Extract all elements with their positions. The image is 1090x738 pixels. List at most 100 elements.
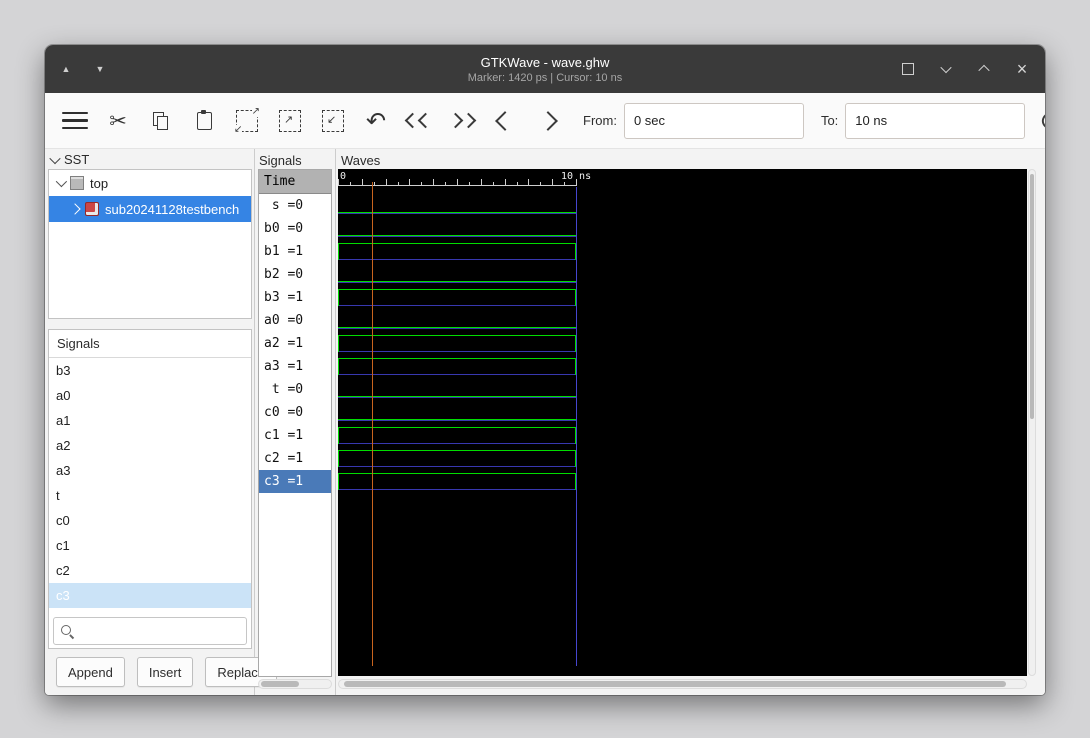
value-row-c3[interactable]: c3 =1 — [259, 470, 331, 493]
value-row-a3[interactable]: a3 =1 — [259, 355, 331, 378]
sst-tree[interactable]: top sub20241128testbench — [48, 169, 252, 319]
restore-square-icon — [902, 63, 914, 75]
tree-item-top[interactable]: top — [49, 170, 251, 196]
ruler-tick — [386, 179, 387, 186]
reload-button[interactable] — [1032, 102, 1045, 140]
wave-segment — [338, 351, 576, 352]
value-row-t[interactable]: t =0 — [259, 378, 331, 401]
wave-hscrollbar[interactable] — [338, 679, 1027, 689]
toolbar: ✂ ↗↙ ↗ ↙ ↶ From: To: — [45, 93, 1045, 149]
from-label: From: — [583, 113, 617, 128]
prev-edge-button[interactable] — [487, 102, 523, 140]
signal-item-a1[interactable]: a1 — [49, 408, 251, 433]
titlebar[interactable]: ▲ ▼ GTKWave - wave.ghw Marker: 1420 ps |… — [45, 45, 1045, 93]
cut-button[interactable]: ✂ — [100, 102, 136, 140]
tree-item-sub20241128testbench[interactable]: sub20241128testbench — [49, 196, 251, 222]
next-edge-button[interactable] — [530, 102, 566, 140]
wave-segment — [338, 289, 576, 290]
signal-item-c3[interactable]: c3 — [49, 583, 251, 608]
value-row-b2[interactable]: b2 =0 — [259, 263, 331, 286]
to-input[interactable] — [845, 102, 1026, 139]
gtkwave-window: ▲ ▼ GTKWave - wave.ghw Marker: 1420 ps |… — [45, 45, 1045, 695]
wave-trace-b3 — [338, 285, 1027, 308]
wave-segment — [338, 489, 576, 490]
ruler-tick — [564, 182, 565, 186]
values-hscrollbar[interactable] — [258, 679, 332, 689]
value-row-a2[interactable]: a2 =1 — [259, 332, 331, 355]
ruler-tick — [517, 182, 518, 186]
copy-button[interactable] — [143, 102, 179, 140]
component-icon — [85, 202, 99, 216]
signal-item-a3[interactable]: a3 — [49, 458, 251, 483]
signal-item-c0[interactable]: c0 — [49, 508, 251, 533]
value-row-b3[interactable]: b3 =1 — [259, 286, 331, 309]
value-row-c2[interactable]: c2 =1 — [259, 447, 331, 470]
pane-divider-left[interactable] — [254, 149, 255, 695]
sst-collapse-icon[interactable] — [49, 152, 61, 164]
wave-hscrollbar-thumb[interactable] — [344, 681, 1006, 687]
wave-segment — [338, 396, 576, 397]
primary-marker-line[interactable] — [372, 182, 373, 666]
values-hscrollbar-thumb[interactable] — [261, 681, 299, 687]
wave-trace-a2 — [338, 331, 1027, 354]
paste-button[interactable] — [186, 102, 222, 140]
value-row-b1[interactable]: b1 =1 — [259, 240, 331, 263]
ruler-start-label: 0 — [340, 171, 347, 182]
timeline-ruler[interactable]: 0 10 ns — [338, 169, 1027, 187]
wave-segment — [338, 282, 576, 283]
zoom-in-button[interactable]: ↗ — [272, 102, 308, 140]
wave-segment — [338, 335, 576, 336]
wave-canvas[interactable]: 0 10 ns — [338, 169, 1027, 676]
signal-item-c2[interactable]: c2 — [49, 558, 251, 583]
close-icon[interactable]: × — [1013, 60, 1031, 78]
wave-vscrollbar-thumb[interactable] — [1030, 174, 1034, 419]
expander-down-icon[interactable] — [55, 175, 68, 188]
signal-item-a2[interactable]: a2 — [49, 433, 251, 458]
value-row-s[interactable]: s =0 — [259, 194, 331, 217]
ruler-tick — [374, 182, 375, 186]
wave-trace-a0 — [338, 308, 1027, 331]
value-row-c0[interactable]: c0 =0 — [259, 401, 331, 424]
value-row-c1[interactable]: c1 =1 — [259, 424, 331, 447]
wave-segment — [338, 443, 576, 444]
undo-icon: ↶ — [365, 106, 387, 135]
ruler-tick — [338, 179, 339, 186]
signal-item-c1[interactable]: c1 — [49, 533, 251, 558]
skip-to-end-icon — [447, 112, 477, 129]
wave-segment — [338, 281, 576, 282]
signal-search-input[interactable] — [53, 617, 247, 645]
wave-segment — [338, 427, 339, 444]
expander-right-icon[interactable] — [69, 203, 81, 215]
from-input[interactable] — [623, 102, 804, 139]
signal-item-t[interactable]: t — [49, 483, 251, 508]
zoom-out-button[interactable]: ↙ — [315, 102, 351, 140]
value-row-b0[interactable]: b0 =0 — [259, 217, 331, 240]
wave-segment — [338, 213, 576, 214]
ruler-tick — [481, 179, 482, 186]
signal-item-b3[interactable]: b3 — [49, 358, 251, 383]
wave-segment — [338, 328, 576, 329]
signal-item-a0[interactable]: a0 — [49, 383, 251, 408]
signal-action-buttons: Append Insert Replace — [48, 657, 288, 687]
restore-icon[interactable] — [899, 60, 917, 78]
cursor-line[interactable] — [576, 187, 577, 666]
wave-vscrollbar[interactable] — [1028, 169, 1036, 676]
undo-button[interactable]: ↶ — [358, 102, 394, 140]
pane-divider-right[interactable] — [335, 149, 336, 695]
time-header[interactable]: Time — [259, 170, 331, 194]
ruler-tick — [433, 179, 434, 186]
ruler-tick — [398, 182, 399, 186]
wave-segment — [338, 335, 339, 352]
chevron-up-icon[interactable] — [975, 60, 993, 78]
to-end-button[interactable] — [444, 102, 480, 140]
value-row-a0[interactable]: a0 =0 — [259, 309, 331, 332]
insert-button[interactable]: Insert — [136, 657, 194, 687]
package-icon — [70, 176, 84, 190]
to-start-button[interactable] — [401, 102, 437, 140]
append-button[interactable]: Append — [56, 657, 125, 687]
zoom-fit-button[interactable]: ↗ ↙ — [229, 102, 265, 140]
wave-segment — [338, 374, 576, 375]
menu-button[interactable] — [57, 102, 93, 140]
sst-header[interactable]: SST — [49, 152, 89, 167]
chevron-down-icon[interactable] — [937, 60, 955, 78]
